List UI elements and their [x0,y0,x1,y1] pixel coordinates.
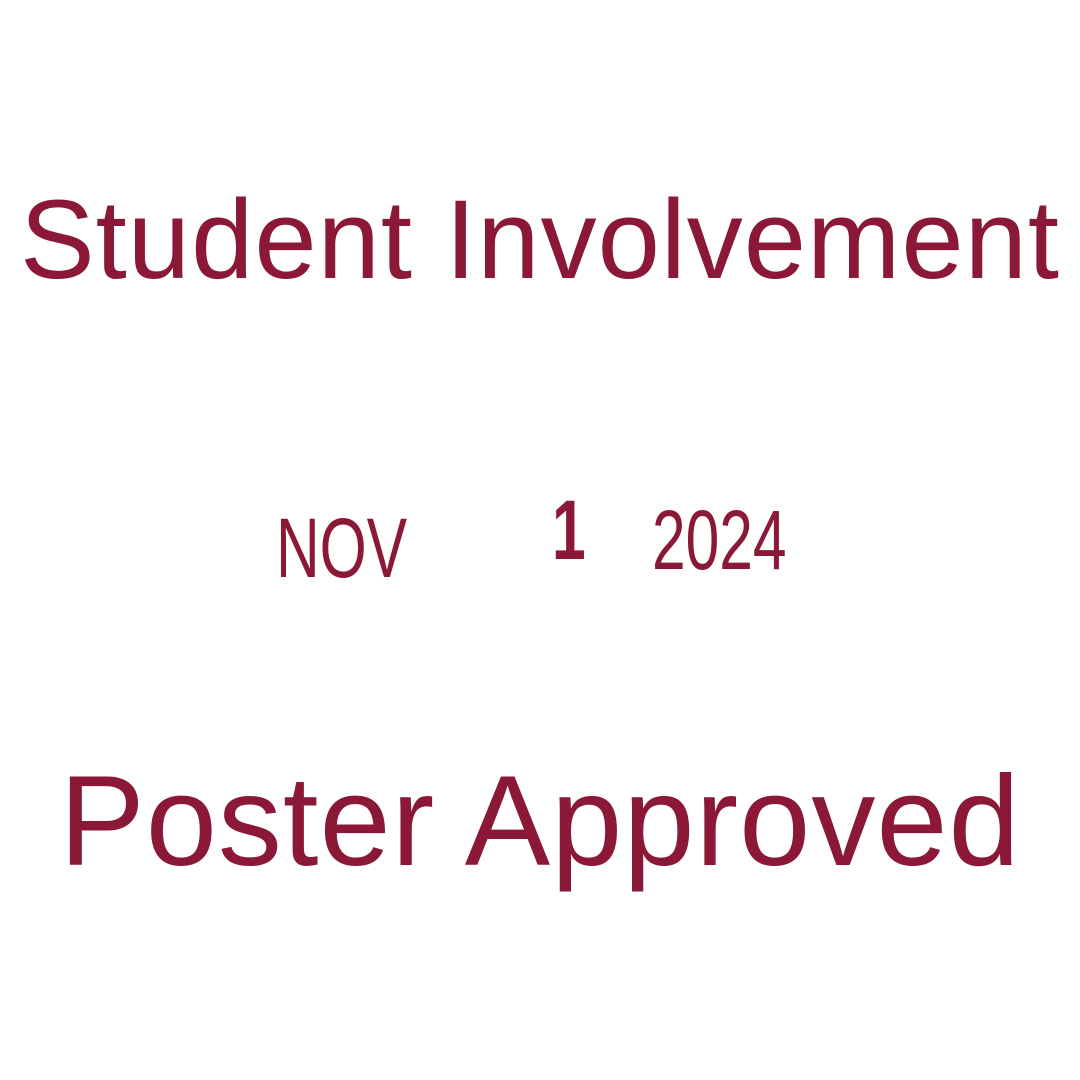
stamp-date-year: 2024 [652,493,787,587]
stamp-title: Student Involvement [19,177,1061,302]
stamp-date-day: 1 [552,483,586,577]
stamp-date: NOV 1 2024 [0,483,1080,595]
stamp-subtitle: Poster Approved [59,750,1021,893]
approval-stamp: Student Involvement NOV 1 2024 Poster Ap… [0,0,1080,1080]
stamp-date-month: NOV [276,501,408,595]
